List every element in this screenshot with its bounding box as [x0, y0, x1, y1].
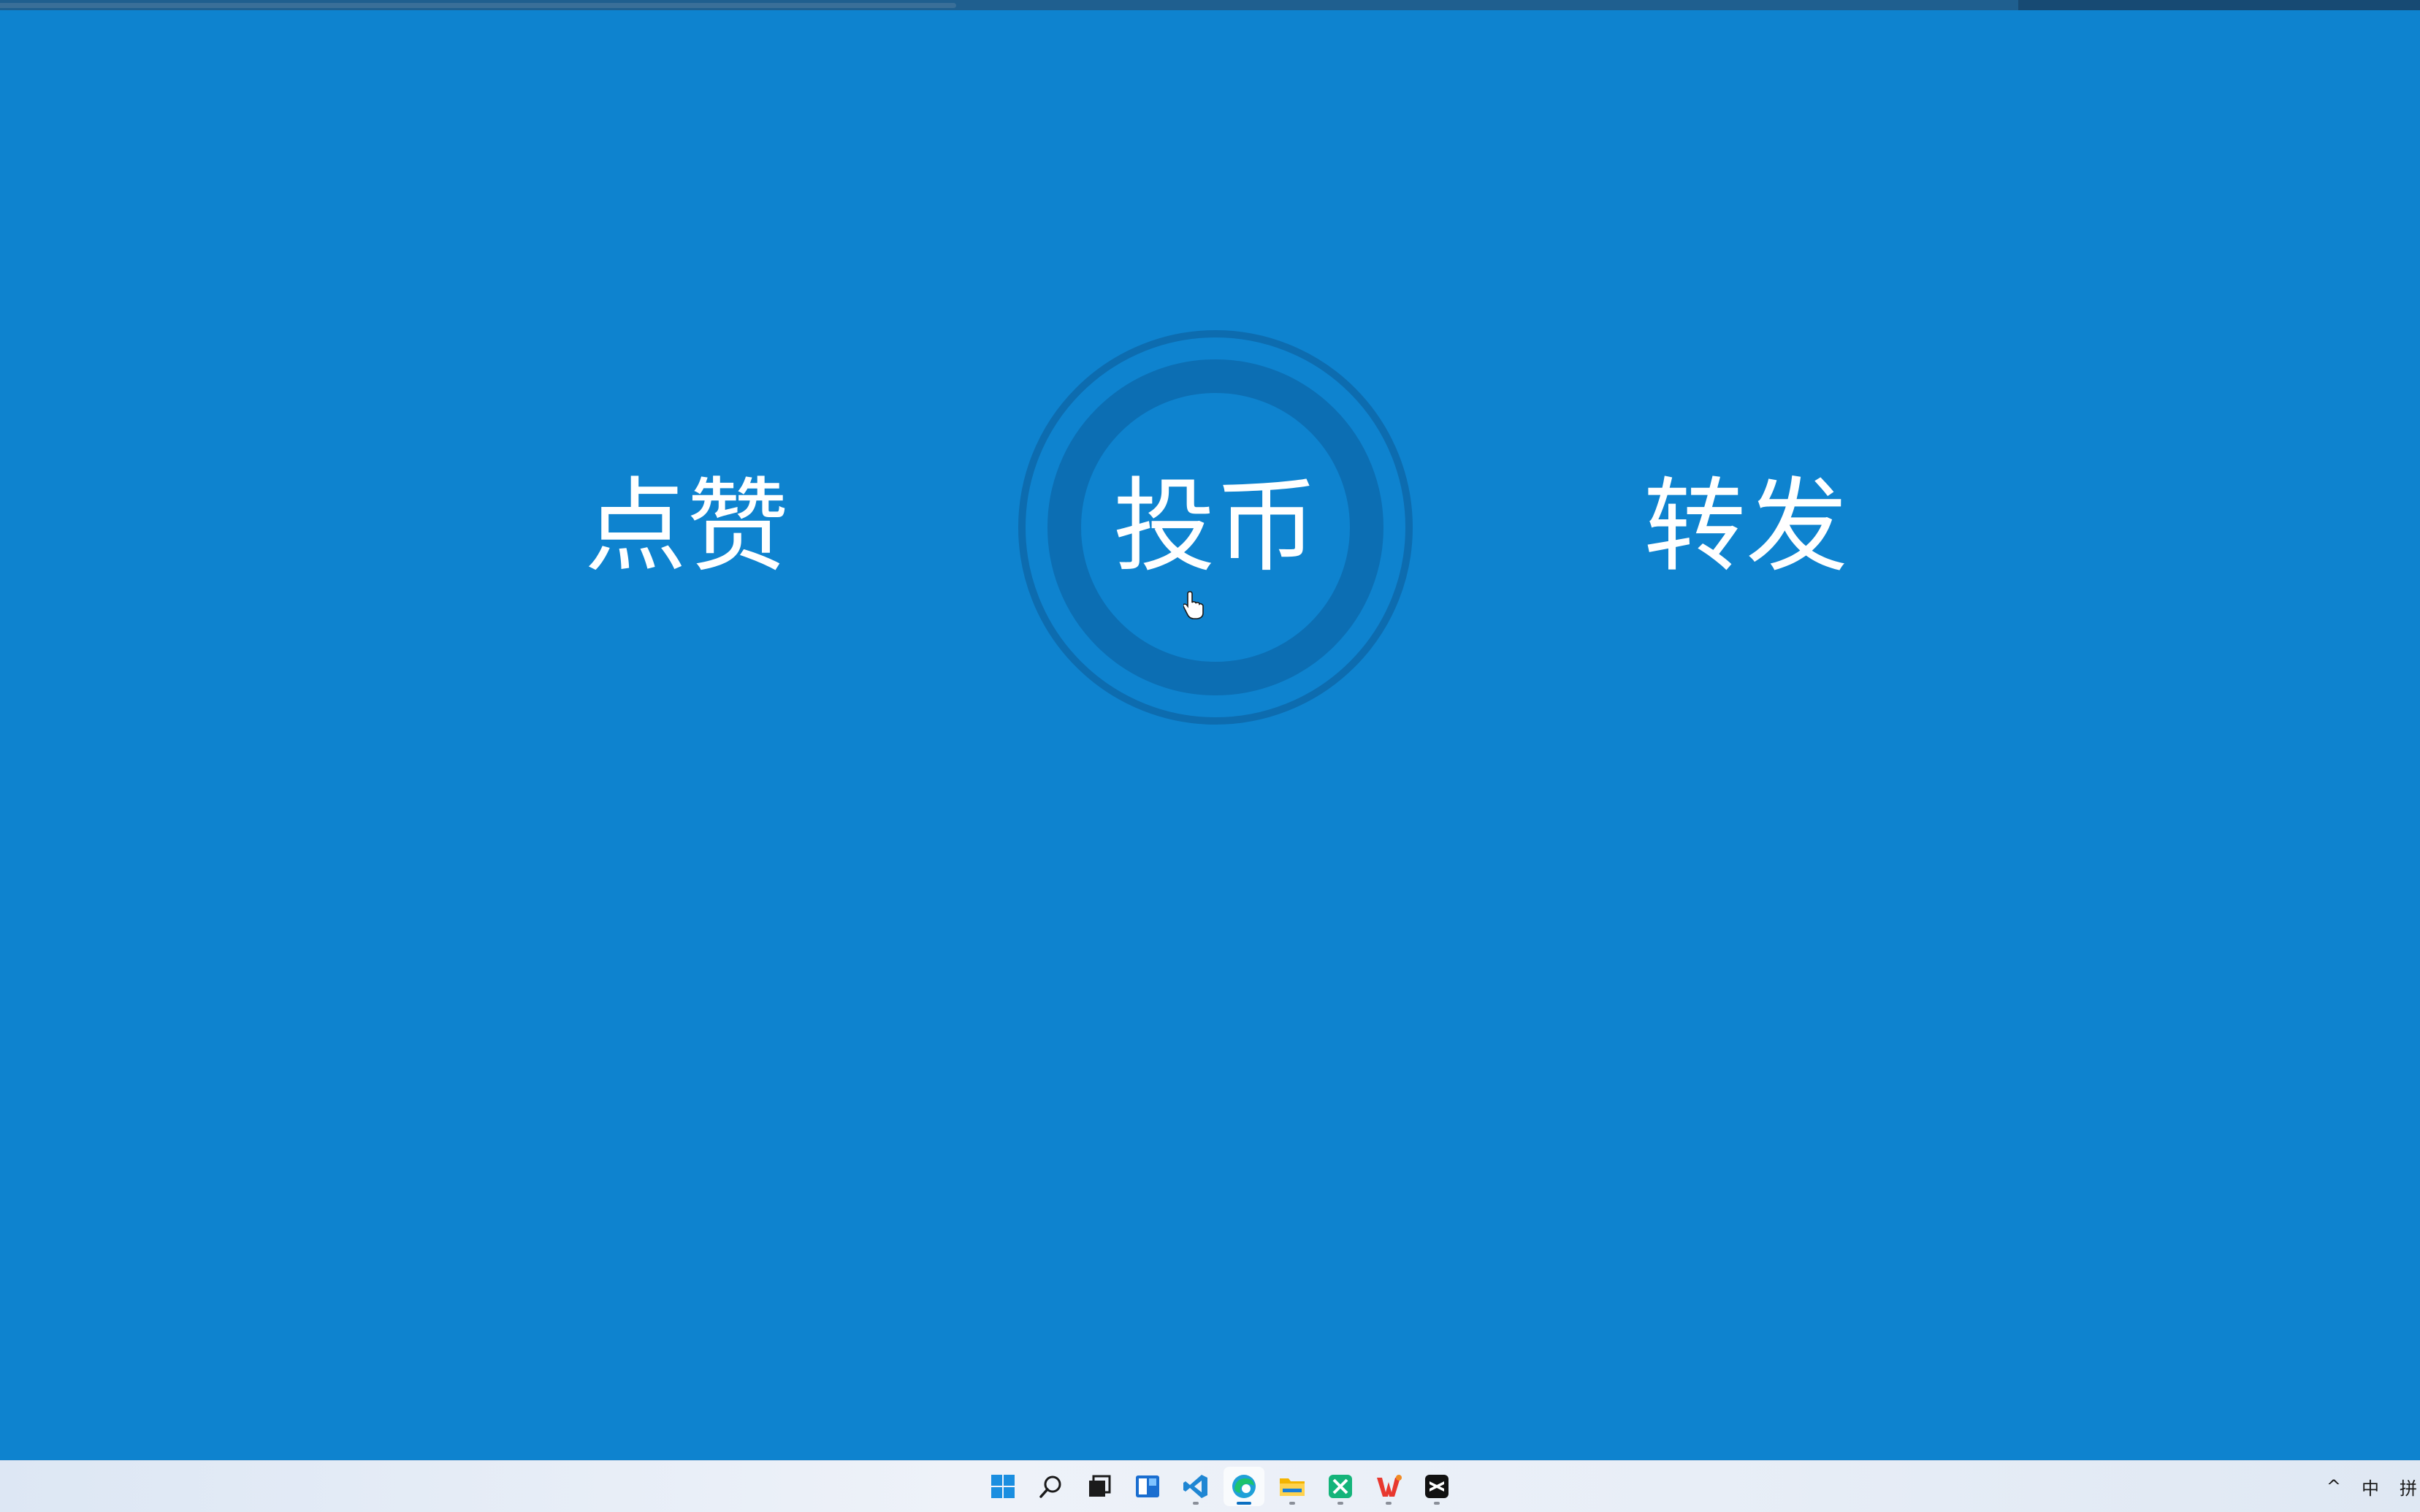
app-green-icon[interactable] — [1320, 1467, 1361, 1506]
tray-chevron-icon[interactable]: ^ — [2327, 1476, 2341, 1497]
ime-name-indicator[interactable]: 拼 — [2400, 1474, 2417, 1500]
capcut-icon[interactable] — [1416, 1467, 1457, 1506]
main-stage — [0, 10, 2420, 1461]
task-view-icon[interactable] — [1079, 1467, 1120, 1506]
top-progress-bar — [0, 3, 956, 8]
running-indicator — [1386, 1502, 1392, 1505]
vscode-icon[interactable] — [1175, 1467, 1216, 1506]
taskbar: ^ 中 拼 — [0, 1460, 2420, 1512]
active-indicator — [1237, 1502, 1251, 1505]
coin-button[interactable]: 投币 — [1113, 469, 1318, 586]
file-explorer-icon[interactable] — [1272, 1467, 1313, 1506]
hand-cursor-icon — [1183, 591, 1204, 619]
ime-mode-indicator[interactable]: 中 — [2362, 1474, 2379, 1500]
edge-icon[interactable] — [1224, 1467, 1264, 1506]
share-button[interactable]: 转发 — [1644, 469, 1848, 586]
browser-top-bar — [0, 0, 2420, 10]
windows-start-icon[interactable] — [982, 1467, 1023, 1506]
running-indicator — [1337, 1502, 1343, 1505]
like-button[interactable]: 点赞 — [584, 469, 789, 586]
system-tray: ^ 中 拼 — [2327, 1461, 2420, 1512]
search-icon[interactable] — [1031, 1467, 1072, 1506]
wps-icon[interactable] — [1368, 1467, 1409, 1506]
taskbar-icons — [982, 1467, 1457, 1506]
widgets-icon[interactable] — [1127, 1467, 1168, 1506]
running-indicator — [1289, 1502, 1295, 1505]
running-indicator — [1193, 1502, 1199, 1505]
running-indicator — [1434, 1502, 1440, 1505]
top-bar-edge — [2018, 0, 2420, 10]
